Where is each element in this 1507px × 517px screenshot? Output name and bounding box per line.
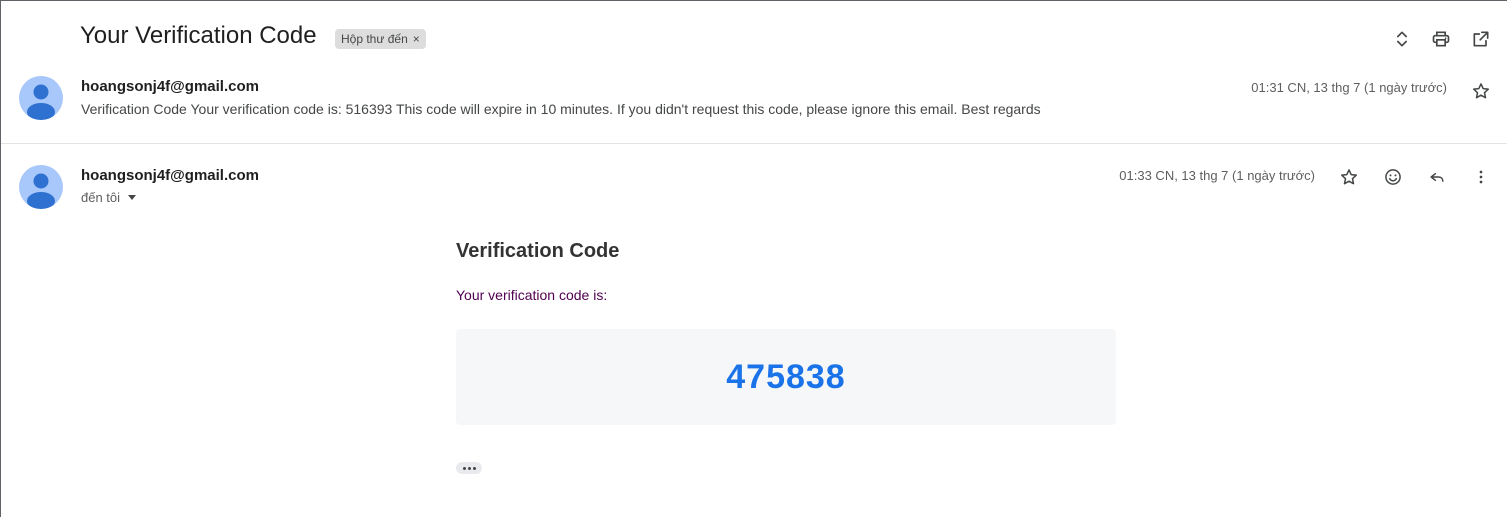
- email-body: Verification Code Your verification code…: [456, 240, 1116, 425]
- recipient-details[interactable]: đến tôi: [81, 190, 137, 205]
- email-heading: Verification Code: [456, 240, 620, 262]
- more-vert-icon[interactable]: [1469, 165, 1493, 189]
- avatar: [19, 165, 63, 209]
- message-timestamp: 01:31 CN, 13 thg 7 (1 ngày trước): [1251, 80, 1447, 95]
- show-trimmed-content-button[interactable]: [456, 462, 482, 474]
- thread-subject: Your Verification Code: [80, 22, 317, 49]
- message-snippet: Verification Code Your verification code…: [81, 101, 1041, 117]
- reply-icon[interactable]: [1425, 165, 1449, 189]
- star-icon[interactable]: [1469, 79, 1493, 103]
- inbox-label-text: Hộp thư đến: [341, 32, 408, 46]
- message-timestamp: 01:33 CN, 13 thg 7 (1 ngày trước): [1119, 168, 1315, 183]
- dot: [467, 466, 471, 470]
- email-thread-view: Your Verification Code Hộp thư đến × hoa…: [0, 0, 1507, 517]
- print-icon[interactable]: [1429, 27, 1453, 51]
- email-text: Your verification code is:: [456, 287, 608, 303]
- recipient-text: đến tôi: [81, 190, 121, 205]
- sender-email[interactable]: hoangsonj4f@gmail.com: [81, 167, 259, 184]
- unfold-icon[interactable]: [1390, 27, 1414, 51]
- collapsed-message[interactable]: hoangsonj4f@gmail.com Verification Code …: [1, 73, 1507, 144]
- remove-label-icon[interactable]: ×: [413, 29, 420, 49]
- verification-code-box: 475838: [456, 329, 1116, 425]
- emoji-icon[interactable]: [1381, 165, 1405, 189]
- inbox-label-chip[interactable]: Hộp thư đến ×: [335, 29, 426, 49]
- star-icon[interactable]: [1337, 165, 1361, 189]
- dot: [462, 466, 466, 470]
- sender-email[interactable]: hoangsonj4f@gmail.com: [81, 78, 259, 95]
- caret-down-icon[interactable]: [128, 195, 137, 200]
- expanded-message: hoangsonj4f@gmail.com đến tôi 01:33 CN, …: [1, 144, 1507, 517]
- verification-code[interactable]: 475838: [726, 358, 845, 397]
- open-in-new-icon[interactable]: [1469, 27, 1493, 51]
- subject-bar: Your Verification Code Hộp thư đến ×: [1, 1, 1507, 73]
- dot: [472, 466, 476, 470]
- avatar: [19, 76, 63, 120]
